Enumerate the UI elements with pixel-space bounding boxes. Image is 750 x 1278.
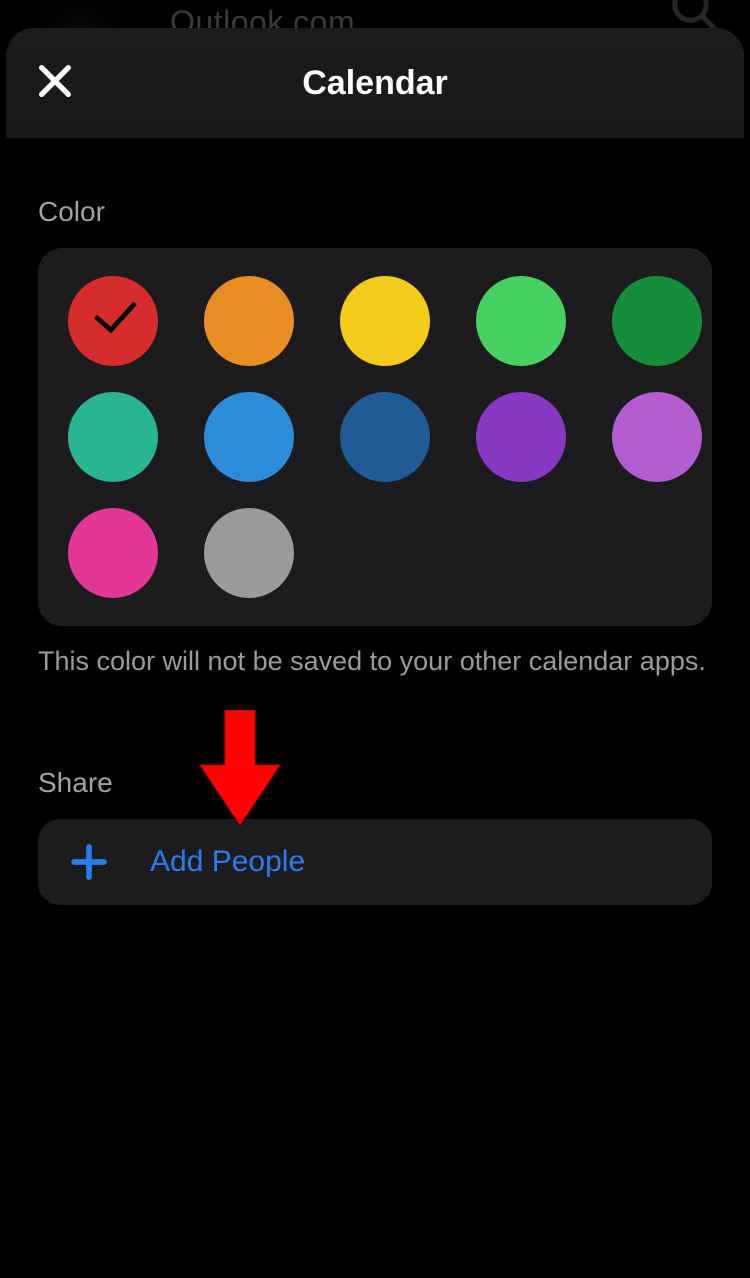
color-swatch-blue[interactable] <box>204 392 294 482</box>
color-swatch-purple-light[interactable] <box>612 392 702 482</box>
color-swatch-pink[interactable] <box>68 508 158 598</box>
color-swatch-blue-dark[interactable] <box>340 392 430 482</box>
color-swatch-grey[interactable] <box>204 508 294 598</box>
color-swatch-purple[interactable] <box>476 392 566 482</box>
color-section-label: Color <box>38 196 712 228</box>
nav-bar: Calendar <box>6 28 744 138</box>
close-icon <box>35 61 75 106</box>
color-swatch-yellow[interactable] <box>340 276 430 366</box>
color-picker-card <box>38 248 712 626</box>
close-button[interactable] <box>32 60 78 106</box>
color-swatch-teal[interactable] <box>68 392 158 482</box>
color-swatch-green-dark[interactable] <box>612 276 702 366</box>
color-swatch-red[interactable] <box>68 276 158 366</box>
calendar-settings-sheet: Calendar Color This color will not be sa… <box>6 28 744 1278</box>
add-people-button[interactable]: Add People <box>38 819 712 905</box>
color-helper-text: This color will not be saved to your oth… <box>38 646 712 677</box>
background-search-icon <box>668 0 724 22</box>
color-swatch-orange[interactable] <box>204 276 294 366</box>
plus-icon <box>68 841 110 883</box>
background-avatar-hint <box>40 0 120 30</box>
page-title: Calendar <box>6 64 744 103</box>
share-section-label: Share <box>38 767 712 799</box>
add-people-label: Add People <box>150 845 305 879</box>
color-swatch-green-light[interactable] <box>476 276 566 366</box>
